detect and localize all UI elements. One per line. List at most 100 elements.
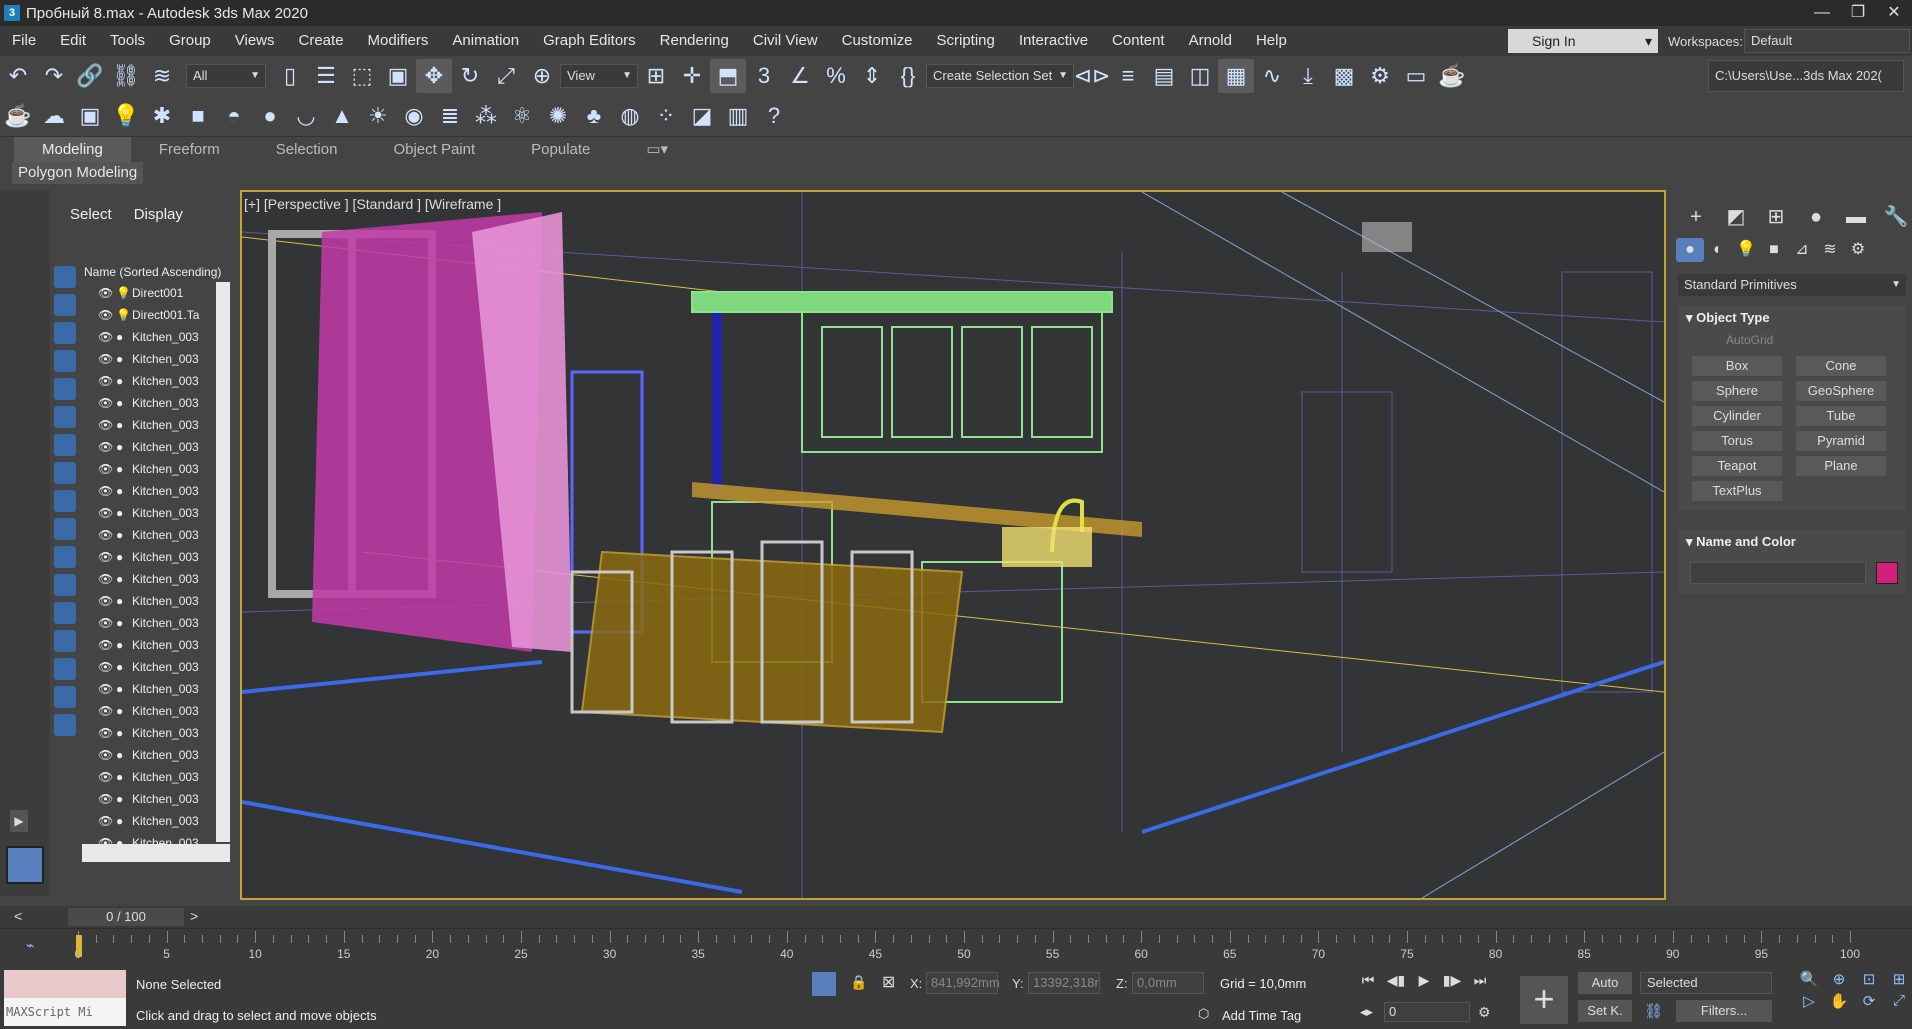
visibility-eye-icon[interactable]: 👁: [98, 726, 116, 740]
zoom-all-icon[interactable]: ⊕: [1826, 970, 1852, 988]
bind-space-warp-icon[interactable]: ≋: [144, 59, 180, 93]
visibility-eye-icon[interactable]: 👁: [98, 660, 116, 674]
redo-icon[interactable]: ↷: [36, 59, 72, 93]
edit-named-selection-icon[interactable]: {}: [890, 59, 926, 93]
scene-row[interactable]: 👁 ● Kitchen_003: [82, 810, 230, 832]
menu-file[interactable]: File: [0, 26, 48, 56]
dome-icon[interactable]: ◓: [216, 99, 252, 133]
field-of-view-icon[interactable]: ▷: [1796, 992, 1822, 1010]
reference-coordinate-dropdown[interactable]: View ▼: [560, 64, 638, 88]
tab-freeform[interactable]: Freeform: [131, 137, 248, 163]
go-to-start-icon[interactable]: ⏮: [1356, 972, 1380, 989]
snaps-toggle-icon[interactable]: 3: [746, 59, 782, 93]
visibility-eye-icon[interactable]: 👁: [98, 352, 116, 366]
object-name-input[interactable]: [1690, 562, 1866, 584]
curve-editor-mini-icon[interactable]: ⌁: [26, 937, 34, 954]
xrefs-filter-icon[interactable]: [54, 462, 76, 484]
viewport-layout-icon[interactable]: [6, 846, 44, 884]
schematic-view-icon[interactable]: ⤓: [1290, 59, 1326, 93]
scene-row[interactable]: 👁 ● Kitchen_003: [82, 678, 230, 700]
plane-button[interactable]: Plane: [1796, 456, 1886, 476]
pivot-center-icon[interactable]: ⊞: [638, 59, 674, 93]
name-and-color-header[interactable]: ▾ Name and Color: [1678, 530, 1906, 554]
object-type-header[interactable]: ▾ Object Type: [1678, 306, 1906, 330]
sun-icon[interactable]: ☀: [360, 99, 396, 133]
scene-row[interactable]: 👁 ● Kitchen_003: [82, 700, 230, 722]
tab-modeling[interactable]: Modeling: [14, 136, 131, 163]
render-setup-icon[interactable]: ⚙: [1362, 59, 1398, 93]
workspaces-dropdown[interactable]: Default: [1744, 29, 1910, 53]
geosphere-button[interactable]: GeoSphere: [1796, 381, 1886, 401]
bones-filter-icon[interactable]: [54, 490, 76, 512]
trackbar[interactable]: ⌁ 05101520253035404550556065707580859095…: [0, 928, 1912, 962]
maxscript-input[interactable]: MAXScript Mi: [4, 998, 126, 1026]
lights-filter-icon[interactable]: [54, 322, 76, 344]
add-time-tag-button[interactable]: Add Time Tag: [1222, 1008, 1301, 1023]
geometry-filter-icon[interactable]: [54, 294, 76, 316]
polygon-modeling-panel[interactable]: Polygon Modeling: [12, 162, 144, 184]
scene-row[interactable]: 👁 ● Kitchen_003: [82, 392, 230, 414]
horizontal-scrollbar[interactable]: [82, 844, 230, 862]
render-production-icon[interactable]: ☕: [1434, 59, 1470, 93]
object-color-swatch[interactable]: [1876, 562, 1898, 584]
current-frame-field[interactable]: 0: [1384, 1002, 1470, 1022]
scene-row[interactable]: 👁 ● Kitchen_003: [82, 326, 230, 348]
hierarchy-tab-icon[interactable]: ⊞: [1756, 204, 1796, 230]
layer-explorer-icon[interactable]: ◫: [1182, 59, 1218, 93]
cone-button[interactable]: Cone: [1796, 356, 1886, 376]
modify-tab-icon[interactable]: ◩: [1716, 204, 1756, 230]
create-tab-icon[interactable]: +: [1676, 204, 1716, 230]
unlink-icon[interactable]: ⛓: [108, 59, 144, 93]
menu-tools[interactable]: Tools: [98, 26, 157, 56]
select-by-name-icon[interactable]: ☰: [308, 59, 344, 93]
visibility-eye-icon[interactable]: 👁: [98, 396, 116, 410]
render-icon[interactable]: ◪: [684, 99, 720, 133]
visibility-eye-icon[interactable]: 👁: [98, 638, 116, 652]
visibility-eye-icon[interactable]: 👁: [98, 550, 116, 564]
spinner-snap-icon[interactable]: ⇕: [854, 59, 890, 93]
close-button[interactable]: ✕: [1876, 0, 1912, 26]
helpers-filter-icon[interactable]: [54, 378, 76, 400]
box-icon[interactable]: [54, 630, 76, 652]
manipulate-icon[interactable]: ✛: [674, 59, 710, 93]
set-key-button[interactable]: Set K.: [1578, 1000, 1632, 1022]
maximize-viewport-icon[interactable]: ⤢: [1886, 992, 1912, 1010]
sphere-icon[interactable]: ●: [252, 99, 288, 133]
menu-views[interactable]: Views: [223, 26, 287, 56]
scene-row[interactable]: 👁 ● Kitchen_003: [82, 348, 230, 370]
select-and-place-icon[interactable]: ⊕: [524, 59, 560, 93]
scene-row[interactable]: 👁 ● Kitchen_003: [82, 480, 230, 502]
sign-in-dropdown[interactable]: Sign In ▾: [1508, 29, 1658, 53]
shapes-icon[interactable]: ◐: [1704, 238, 1732, 262]
visibility-eye-icon[interactable]: 👁: [98, 704, 116, 718]
cylinder-button[interactable]: Cylinder: [1692, 406, 1782, 426]
pan-icon[interactable]: ✋: [1826, 992, 1852, 1010]
perspective-viewport[interactable]: [+] [Perspective ] [Standard ] [Wirefram…: [240, 190, 1666, 900]
lock-icon[interactable]: 🔒: [850, 974, 867, 991]
display-all-icon[interactable]: [54, 266, 76, 288]
rectangular-selection-icon[interactable]: ⬚: [344, 59, 380, 93]
helpers-icon[interactable]: ⊿: [1788, 238, 1816, 262]
globe-icon[interactable]: ◍: [612, 99, 648, 133]
list-icon[interactable]: [54, 602, 76, 624]
absolute-mode-icon[interactable]: ⊠: [882, 972, 895, 992]
menu-edit[interactable]: Edit: [48, 26, 98, 56]
scene-row[interactable]: 👁 ● Kitchen_003: [82, 370, 230, 392]
scene-row[interactable]: 👁 ● Kitchen_003: [82, 590, 230, 612]
curve-editor-icon[interactable]: ∿: [1254, 59, 1290, 93]
box-button[interactable]: Box: [1692, 356, 1782, 376]
menu-content[interactable]: Content: [1100, 26, 1177, 56]
menu-rendering[interactable]: Rendering: [648, 26, 741, 56]
groups-filter-icon[interactable]: [54, 434, 76, 456]
filters-button[interactable]: Filters...: [1676, 1000, 1772, 1022]
viewport-label[interactable]: [+] [Perspective ] [Standard ] [Wirefram…: [244, 196, 501, 212]
gear-icon[interactable]: ✺: [540, 99, 576, 133]
torus-button[interactable]: Torus: [1692, 431, 1782, 451]
visibility-eye-icon[interactable]: 👁: [98, 616, 116, 630]
tab-display[interactable]: Display: [134, 206, 183, 223]
key-filters-icon[interactable]: ⛓: [1644, 1002, 1663, 1020]
vertical-scrollbar[interactable]: [216, 282, 230, 842]
scene-explorer-toggle-icon[interactable]: ▤: [1146, 59, 1182, 93]
select-and-move-icon[interactable]: ✥: [416, 59, 452, 93]
expand-arrow-icon[interactable]: ▶: [10, 810, 28, 832]
